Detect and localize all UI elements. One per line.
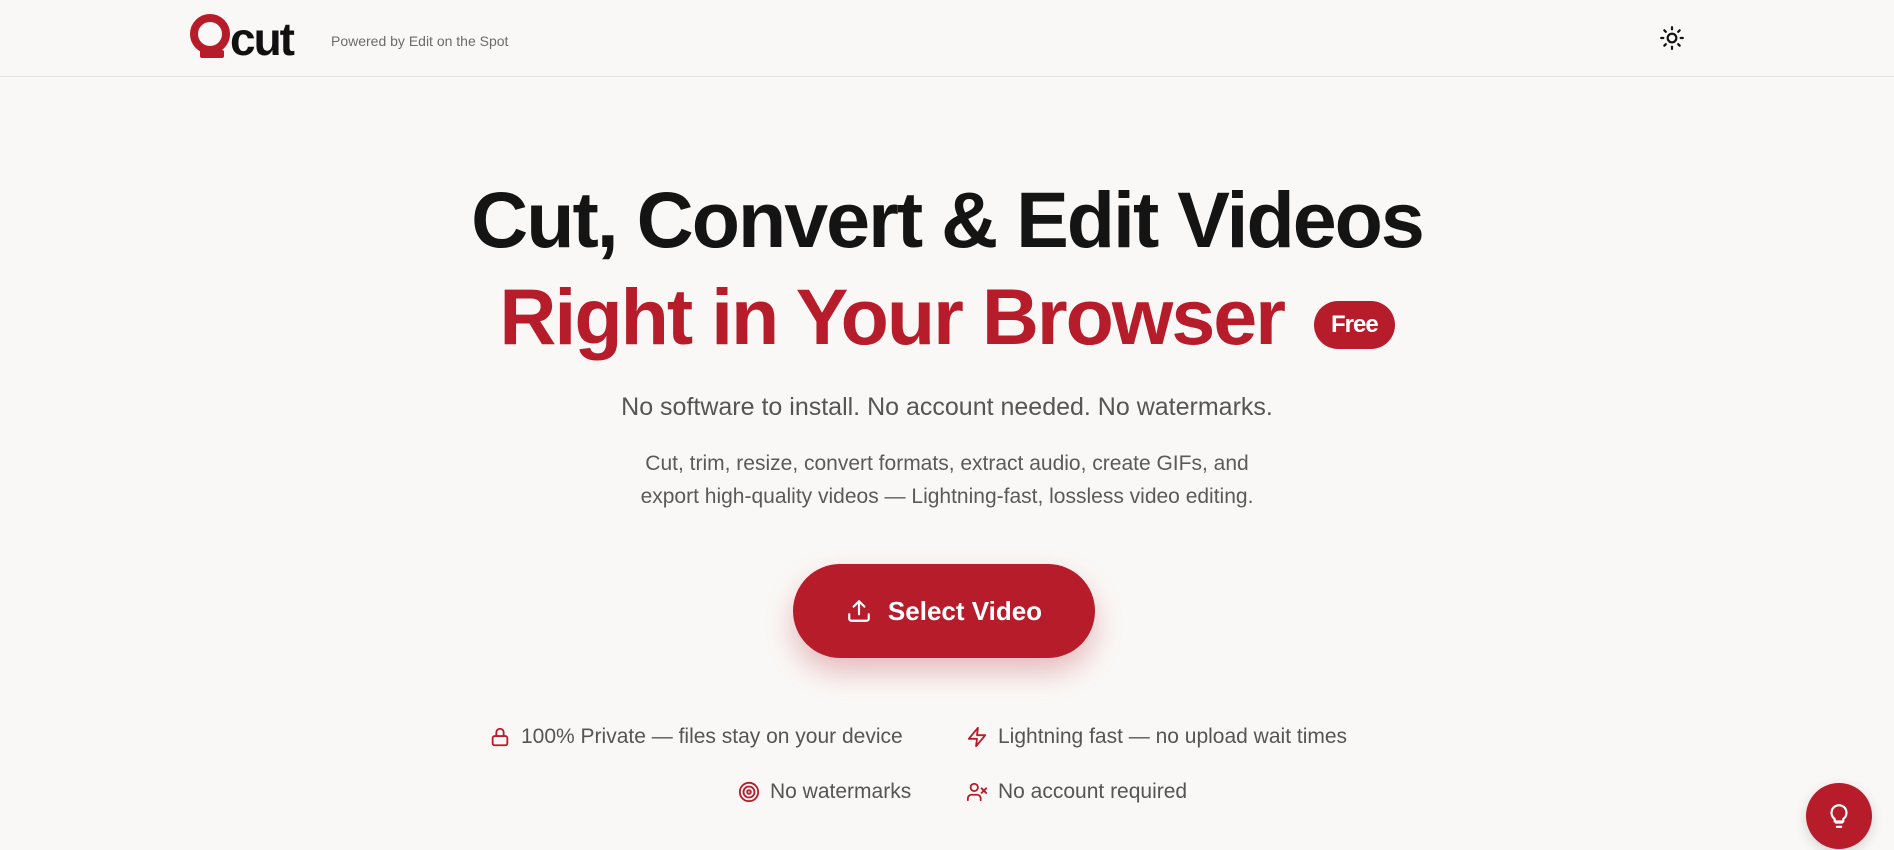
hero-subtitle: No software to install. No account neede… [621,393,1273,421]
hero-description-line1: Cut, trim, resize, convert formats, extr… [645,452,1249,475]
feature-watermarks: No watermarks [738,780,911,804]
hero-title-accent: Right in Your Browser [499,272,1286,362]
feature-fast-label: Lightning fast — no upload wait times [998,725,1348,748]
qcut-logo[interactable]: cut [190,12,318,64]
site-header: cut Powered by Edit on the Spot [0,0,1894,77]
lightbulb-icon [1830,804,1848,828]
feature-fast: Lightning fast — no upload wait times [966,725,1347,749]
sun-icon [1660,26,1684,50]
feature-private: 100% Private — files stay on your device [489,725,903,749]
select-video-button[interactable]: Select Video [793,564,1095,658]
hero-description-line2: export high-quality videos — Lightning-f… [640,485,1254,508]
powered-by-text: Powered by Edit on the Spot [331,33,509,49]
help-button[interactable] [1806,783,1872,849]
hero-description: Cut, trim, resize, convert formats, extr… [0,447,1894,513]
feature-watermarks-label: No watermarks [770,780,912,803]
qcut-logo-mark: cut [190,13,297,64]
upload-icon [848,600,870,622]
lock-icon [491,727,509,747]
select-video-label: Select Video [887,595,1043,626]
target-icon [738,781,760,803]
svg-text:cut: cut [230,13,295,64]
feature-private-label: 100% Private — files stay on your device [521,725,903,748]
feature-no-account: No account required [966,780,1187,804]
theme-toggle-button[interactable] [1658,24,1686,52]
hero-title-line2: Right in Your Browser Free [0,266,1894,362]
lightning-icon [967,726,987,748]
hero-title-line1: Cut, Convert & Edit Videos [471,175,1425,264]
free-badge: Free [1313,301,1395,350]
feature-no-account-label: No account required [998,780,1188,803]
user-x-icon [966,782,988,802]
